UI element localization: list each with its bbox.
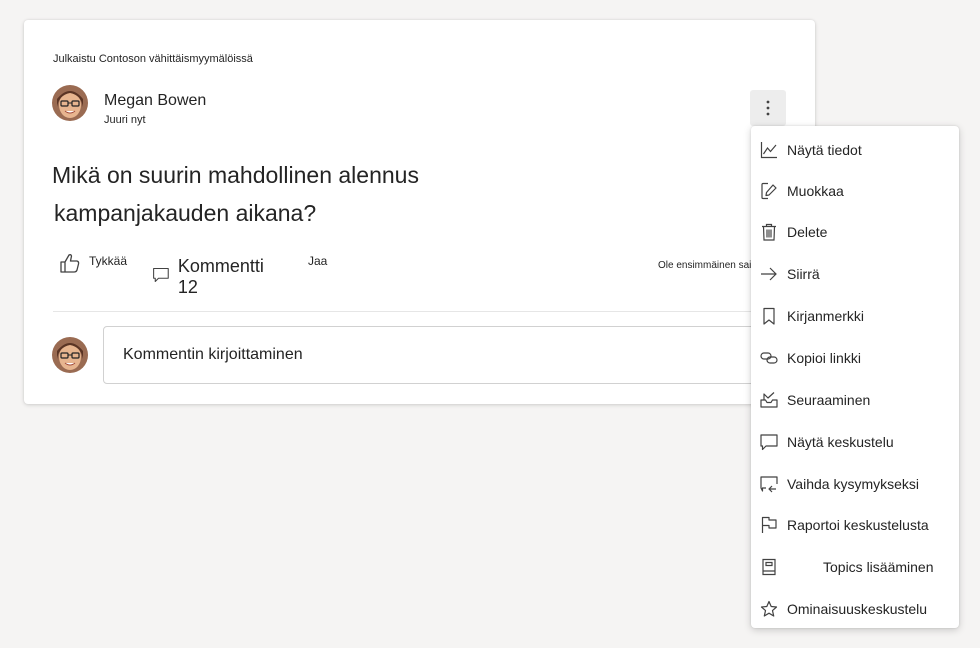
menu-item-view-conversation[interactable]: Näytä keskustelu — [751, 423, 959, 461]
book-icon — [759, 557, 779, 577]
edit-icon — [759, 181, 779, 201]
post-card: Julkaistu Contoson vähittäismyymälöissä … — [24, 20, 815, 404]
comment-icon — [153, 267, 169, 283]
more-options-button[interactable] — [750, 90, 786, 126]
menu-item-label: Topics lisääminen — [823, 559, 934, 575]
menu-item-edit[interactable]: Muokkaa — [751, 172, 959, 210]
inbox-icon — [759, 390, 779, 410]
chart-icon — [759, 140, 779, 160]
chat-icon — [759, 432, 779, 452]
trash-icon — [759, 222, 779, 242]
menu-item-delete[interactable]: Delete — [751, 213, 959, 251]
thumbs-up-icon — [60, 254, 80, 273]
menu-item-label: Näytä tiedot — [787, 142, 862, 158]
menu-item-feature[interactable]: Ominaisuuskeskustelu — [751, 590, 959, 628]
divider — [53, 311, 788, 312]
arrow-right-icon — [759, 264, 779, 284]
star-icon — [759, 599, 779, 619]
more-options-menu: Näytä tiedot Muokkaa Delete Siirrä Kirja… — [751, 126, 959, 628]
like-label: Tykkää — [89, 254, 128, 268]
question-line-1: Mikä on suurin mahdollinen alennus — [52, 162, 419, 188]
like-button[interactable]: Tykkää — [59, 252, 127, 274]
flag-icon — [759, 515, 779, 535]
menu-item-label: Raportoi keskustelusta — [787, 517, 929, 533]
menu-item-label: Ominaisuuskeskustelu — [787, 601, 928, 617]
comment-button[interactable]: Kommentti 12 — [152, 252, 268, 298]
menu-item-label: Seuraaminen — [787, 392, 871, 408]
menu-item-label: Delete — [787, 224, 828, 240]
menu-item-copy-link[interactable]: Kopioi linkki — [751, 339, 959, 377]
question-line-2: kampanjakauden aikana? — [54, 200, 317, 226]
share-button[interactable]: Jaa — [308, 254, 327, 268]
menu-item-report[interactable]: Raportoi keskustelusta — [751, 506, 959, 544]
comment-input[interactable] — [103, 326, 783, 384]
menu-item-label: Siirrä — [787, 266, 820, 282]
menu-item-follow[interactable]: Seuraaminen — [751, 381, 959, 419]
chat-switch-icon — [759, 474, 779, 494]
menu-item-view-details[interactable]: Näytä tiedot — [751, 131, 959, 169]
menu-item-label: Näytä keskustelu — [787, 434, 894, 450]
menu-item-bookmark[interactable]: Kirjanmerkki — [751, 297, 959, 335]
bookmark-icon — [759, 306, 779, 326]
posted-in-label: Julkaistu Contoson vähittäismyymälöissä — [53, 53, 253, 65]
menu-item-label: Vaihda kysymykseksi — [787, 476, 920, 492]
post-timestamp: Juuri nyt — [104, 114, 146, 126]
menu-item-label: Muokkaa — [787, 183, 844, 199]
menu-item-label: Kopioi linkki — [787, 350, 861, 366]
author-avatar[interactable] — [52, 85, 88, 121]
menu-item-change-to-question[interactable]: Vaihda kysymykseksi — [751, 465, 959, 503]
author-name[interactable]: Megan Bowen — [104, 92, 206, 110]
comment-label: Kommentti 12 — [177, 256, 264, 297]
link-icon — [759, 348, 779, 368]
menu-item-add-topics[interactable]: Topics lisääminen — [751, 548, 959, 586]
commenter-avatar — [52, 337, 88, 373]
question-title: Mikä on suurin mahdollinen alennus kampa… — [52, 156, 492, 232]
more-vertical-icon — [766, 100, 770, 116]
menu-item-move[interactable]: Siirrä — [751, 255, 959, 293]
menu-item-label: Kirjanmerkki — [787, 308, 865, 324]
